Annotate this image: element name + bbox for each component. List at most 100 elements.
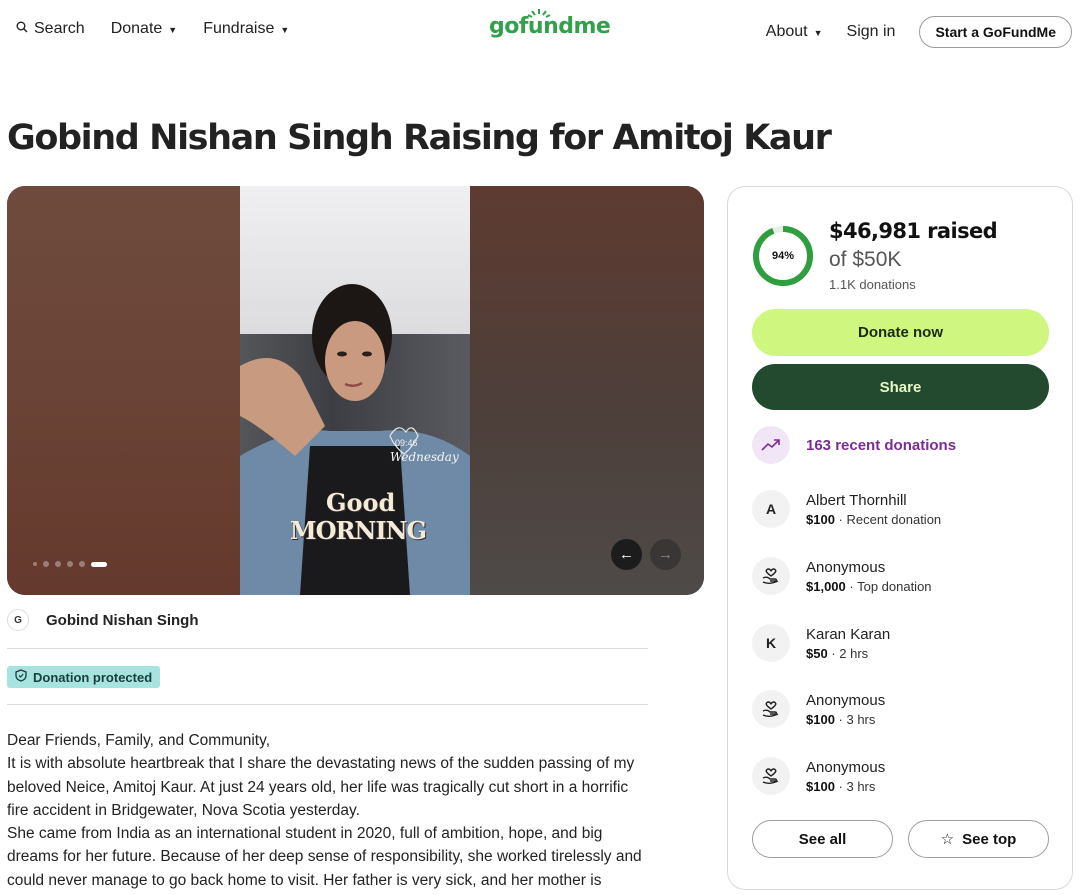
heart-hand-icon — [752, 757, 790, 795]
share-label: Share — [879, 378, 922, 396]
donor-initial: K — [765, 635, 777, 651]
organizer-avatar-initial: G — [14, 614, 22, 626]
donation-protected-badge[interactable]: Donation protected — [7, 666, 161, 688]
hero-blur-right — [470, 186, 704, 595]
fundraise-menu[interactable]: Fundraise ▼ — [203, 20, 289, 38]
donor-note: · 3 hrs — [834, 778, 876, 794]
donor-meta: $1,000 · Top donation — [806, 578, 932, 595]
donor-item: K Karan Karan $50 · 2 hrs — [752, 624, 1052, 662]
carousel-dot[interactable] — [79, 561, 85, 567]
donor-text: Anonymous $100 · 3 hrs — [806, 691, 885, 728]
arrow-left-icon: ← — [619, 546, 634, 563]
photo-caption-line-1: Good — [326, 488, 396, 517]
share-button[interactable]: Share — [752, 364, 1049, 410]
donor-note: · Top donation — [845, 578, 932, 594]
donor-meta: $100 · 3 hrs — [806, 778, 885, 795]
logo-sun-icon — [527, 9, 551, 18]
carousel-next-button[interactable]: → — [650, 539, 681, 570]
see-top-label: See top — [962, 830, 1017, 848]
see-top-button[interactable]: ☆ See top — [908, 820, 1049, 858]
donate-now-button[interactable]: Donate now — [752, 309, 1049, 356]
about-menu[interactable]: About ▼ — [766, 23, 823, 41]
progress-percent: 94% — [771, 250, 795, 262]
donor-name: Anonymous — [806, 758, 886, 776]
see-all-button[interactable]: See all — [752, 820, 893, 858]
donor-text: Anonymous $1,000 · Top donation — [806, 558, 932, 595]
donor-name: Karan Karan — [806, 625, 891, 643]
organizer[interactable]: G Gobind Nishan Singh — [7, 609, 199, 631]
search-icon — [16, 20, 28, 38]
caret-down-icon: ▼ — [168, 24, 178, 35]
carousel-dot[interactable] — [33, 562, 37, 566]
donor-text: Karan Karan $50 · 2 hrs — [806, 625, 890, 662]
hero-carousel[interactable]: 09:46 Wednesday Good MORNING ← → — [7, 186, 704, 595]
carousel-dot[interactable] — [67, 561, 73, 567]
hero-blur-left — [7, 186, 240, 595]
donor-amount: $1,000 — [806, 578, 846, 594]
trending-up-icon — [752, 426, 790, 464]
story-paragraph: Dear Friends, Family, and Community, — [7, 732, 271, 749]
signin-link[interactable]: Sign in — [847, 23, 896, 41]
story-paragraph: She came from India as an international … — [7, 825, 642, 889]
site-header: Search Donate ▼ Fundraise ▼ gofundme Abo… — [0, 0, 1080, 64]
donor-text: Anonymous $100 · 3 hrs — [806, 758, 885, 795]
heart-hand-icon — [752, 690, 790, 728]
donor-note: · Recent donation — [834, 511, 942, 527]
story-paragraph: It is with absolute heartbreak that I sh… — [7, 755, 635, 819]
donor-avatar: K — [752, 624, 790, 662]
donor-item: Anonymous $100 · 3 hrs — [752, 757, 1052, 795]
nav-right: About ▼ Sign in Start a GoFundMe — [766, 16, 1072, 48]
donor-meta: $100 · Recent donation — [806, 511, 941, 528]
recent-donations-link[interactable]: 163 recent donations — [752, 426, 956, 464]
donor-amount: $100 — [806, 511, 835, 527]
donor-note: · 3 hrs — [834, 711, 876, 727]
photo-day-text: Wednesday — [390, 450, 459, 464]
caret-down-icon: ▼ — [280, 24, 290, 35]
donor-name: Anonymous — [806, 691, 886, 709]
photo-caption-line-2: MORNING — [290, 516, 427, 545]
donation-protected-label: Donation protected — [33, 669, 153, 685]
nav-left: Search Donate ▼ Fundraise ▼ — [16, 20, 289, 38]
about-menu-label: About — [765, 23, 808, 40]
search-label: Search — [34, 20, 85, 37]
donor-meta: $100 · 3 hrs — [806, 711, 885, 728]
donation-count: 1.1K donations — [829, 277, 916, 292]
donation-card: 94% $46,981 raised of $50K 1.1K donation… — [727, 186, 1073, 890]
donate-now-label: Donate now — [858, 324, 943, 341]
donor-item: Anonymous $1,000 · Top donation — [752, 557, 1052, 595]
carousel-dot[interactable] — [43, 561, 49, 567]
recent-donations-label: 163 recent donations — [806, 436, 957, 454]
carousel-dot[interactable] — [55, 561, 61, 567]
gofundme-logo[interactable]: gofundme — [489, 9, 611, 39]
donor-item: A Albert Thornhill $100 · Recent donatio… — [752, 490, 1052, 528]
heart-hand-icon — [752, 557, 790, 595]
divider — [7, 704, 648, 705]
fundraise-menu-label: Fundraise — [203, 20, 275, 37]
donor-avatar: A — [752, 490, 790, 528]
donate-menu[interactable]: Donate ▼ — [111, 20, 178, 38]
donor-amount: $100 — [806, 778, 835, 794]
search-link[interactable]: Search — [16, 20, 85, 38]
donor-meta: $50 · 2 hrs — [806, 645, 890, 662]
donor-text: Albert Thornhill $100 · Recent donation — [806, 491, 941, 528]
donor-name: Anonymous — [806, 558, 886, 576]
carousel-dot-active[interactable] — [91, 561, 107, 567]
start-gofundme-label: Start a GoFundMe — [935, 24, 1056, 40]
page-title: Gobind Nishan Singh Raising for Amitoj K… — [7, 118, 832, 158]
arrow-right-icon: → — [658, 546, 673, 563]
start-gofundme-button[interactable]: Start a GoFundMe — [919, 16, 1072, 48]
shield-icon — [15, 669, 27, 685]
signin-label: Sign in — [846, 23, 896, 40]
amount-raised: $46,981 raised — [829, 219, 998, 243]
goal-amount: of $50K — [829, 248, 902, 271]
carousel-dots — [33, 561, 107, 567]
donate-menu-label: Donate — [110, 20, 163, 37]
donor-initial: A — [765, 501, 777, 517]
photo-time-text: 09:46 — [395, 438, 418, 448]
hero-photo: 09:46 Wednesday Good MORNING — [240, 186, 470, 595]
carousel-prev-button[interactable]: ← — [611, 539, 642, 570]
caret-down-icon: ▼ — [813, 27, 823, 38]
organizer-avatar: G — [7, 609, 29, 631]
donor-amount: $50 — [806, 645, 828, 661]
organizer-name: Gobind Nishan Singh — [46, 611, 199, 629]
